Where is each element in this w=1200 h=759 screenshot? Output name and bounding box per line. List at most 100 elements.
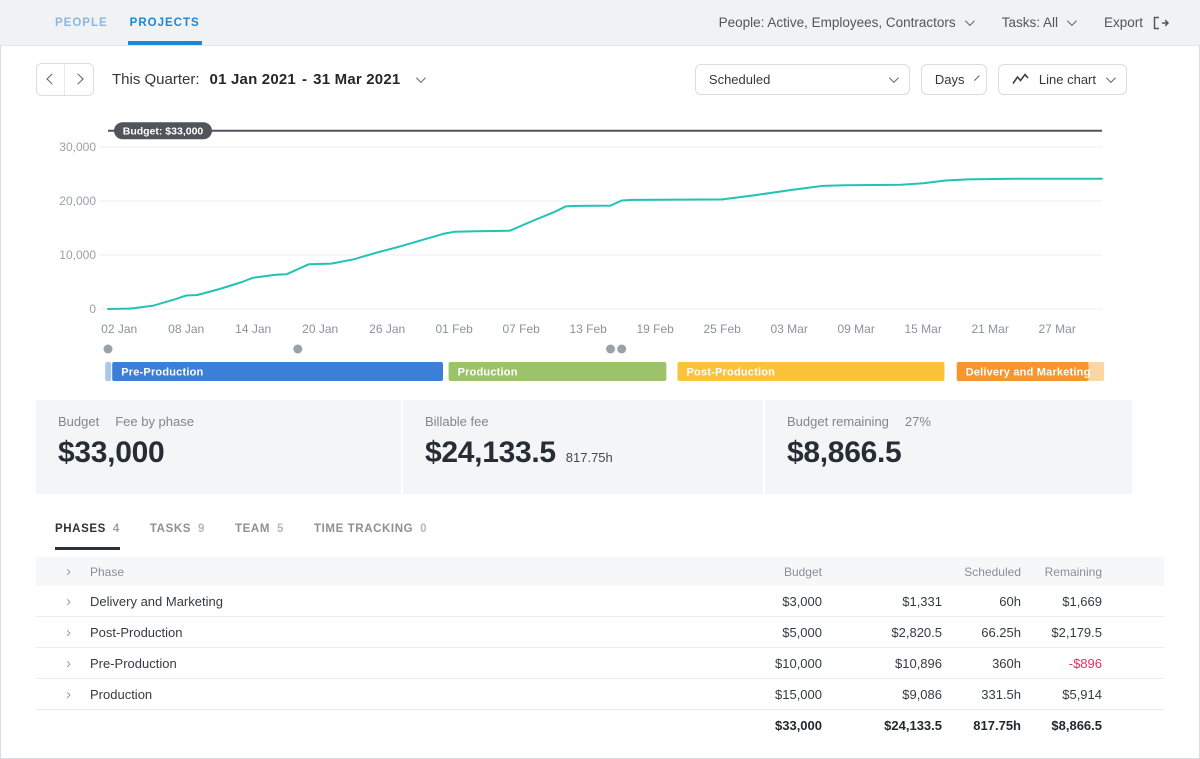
chart-type-value: Line chart — [1039, 72, 1096, 87]
total-remaining: $8,866.5 — [1021, 718, 1102, 733]
export-button[interactable]: Export — [1104, 15, 1170, 30]
hours-cell: 66.25h — [942, 625, 1021, 640]
chevron-right-icon[interactable]: › — [66, 687, 78, 702]
table-body: › Delivery and Marketing $3,000 $1,331 6… — [36, 586, 1164, 710]
scheduled-column-header: Scheduled — [942, 565, 1021, 579]
chevron-down-icon — [1106, 73, 1116, 83]
chevron-right-icon[interactable]: › — [66, 564, 78, 579]
budget-cell: $15,000 — [712, 687, 822, 702]
tab-tasks[interactable]: TASKS 9 — [150, 523, 205, 550]
table-row[interactable]: › Delivery and Marketing $3,000 $1,331 6… — [36, 586, 1164, 617]
phase-bar-label: Delivery and Marketing — [966, 367, 1091, 379]
next-period-button[interactable] — [65, 64, 93, 95]
chart-toolbar: This Quarter: 01 Jan 2021-31 Mar 2021 Sc… — [36, 62, 1164, 96]
chevron-down-icon[interactable] — [416, 73, 426, 83]
budget-remaining-label: Budget remaining — [787, 414, 889, 429]
table-row[interactable]: › Production $15,000 $9,086 331.5h $5,91… — [36, 679, 1164, 710]
tab-phases-label: PHASES — [55, 523, 106, 535]
tab-time-tracking-label: TIME TRACKING — [314, 523, 413, 535]
tab-people[interactable]: PEOPLE — [55, 0, 108, 45]
x-tick-label: 27 Mar — [1039, 322, 1076, 336]
y-tick-label: 20,000 — [59, 194, 96, 208]
date-range[interactable]: 01 Jan 2021-31 Mar 2021 — [210, 71, 401, 88]
budget-card-sublabel: Fee by phase — [115, 414, 194, 429]
chart-type-dropdown[interactable]: Line chart — [998, 64, 1127, 95]
phase-name-cell: Pre-Production — [90, 656, 712, 671]
detail-tabs: PHASES 4 TASKS 9 TEAM 5 TIME TRACKING 0 — [55, 523, 427, 550]
prev-period-button[interactable] — [37, 64, 65, 95]
phase-column-header: Phase — [90, 565, 712, 579]
period-nav-buttons — [36, 63, 94, 96]
table-row[interactable]: › Post-Production $5,000 $2,820.5 66.25h… — [36, 617, 1164, 648]
people-filter-dropdown[interactable]: People: Active, Employees, Contractors — [719, 15, 972, 30]
milestone-dot[interactable] — [104, 345, 113, 354]
tab-time-tracking-count: 0 — [420, 523, 427, 535]
budget-burnup-chart[interactable]: 010,00020,00030,00002 Jan08 Jan14 Jan20 … — [0, 115, 1200, 385]
days-dropdown-value: Days — [935, 72, 965, 87]
total-fee: $24,133.5 — [822, 718, 942, 733]
budget-label: Budget: $33,000 — [123, 125, 204, 137]
tab-tasks-count: 9 — [198, 523, 205, 535]
tab-team-count: 5 — [277, 523, 284, 535]
tab-phases[interactable]: PHASES 4 — [55, 523, 120, 550]
tab-projects[interactable]: PROJECTS — [130, 0, 200, 45]
top-nav-bar: PEOPLE PROJECTS People: Active, Employee… — [0, 0, 1200, 46]
scheduled-dropdown-value: Scheduled — [709, 72, 770, 87]
chevron-right-icon[interactable]: › — [66, 625, 78, 640]
milestone-dot[interactable] — [293, 345, 302, 354]
x-tick-label: 15 Mar — [905, 322, 942, 336]
budget-cell: $3,000 — [712, 594, 822, 609]
milestone-dot[interactable] — [617, 345, 626, 354]
days-dropdown[interactable]: Days — [921, 64, 987, 95]
x-tick-label: 07 Feb — [502, 322, 540, 336]
remaining-cell: $5,914 — [1021, 687, 1102, 702]
milestone-dot[interactable] — [606, 345, 615, 354]
chevron-down-icon — [1067, 16, 1077, 26]
table-row[interactable]: › Pre-Production $10,000 $10,896 360h -$… — [36, 648, 1164, 679]
table-header-row: › Phase Budget Scheduled Remaining — [36, 557, 1164, 586]
phase-name-cell: Production — [90, 687, 712, 702]
range-label: This Quarter: — [112, 71, 200, 88]
summary-cards: Budget Fee by phase $33,000 Billable fee… — [36, 400, 1132, 494]
phase-bar-cap — [105, 362, 111, 381]
range-end: 31 Mar 2021 — [313, 71, 400, 88]
x-tick-label: 19 Feb — [637, 322, 675, 336]
hours-cell: 360h — [942, 656, 1021, 671]
fee-cell: $1,331 — [822, 594, 942, 609]
x-tick-label: 13 Feb — [570, 322, 608, 336]
export-icon — [1152, 16, 1170, 30]
export-label: Export — [1104, 15, 1143, 30]
budget-cell: $5,000 — [712, 625, 822, 640]
remaining-cell: -$896 — [1021, 656, 1102, 671]
x-tick-label: 03 Mar — [771, 322, 808, 336]
main-nav-tabs: PEOPLE PROJECTS — [0, 0, 200, 45]
tab-team[interactable]: TEAM 5 — [235, 523, 284, 550]
total-budget: $33,000 — [712, 718, 822, 733]
nav-filters: People: Active, Employees, Contractors T… — [719, 15, 1200, 30]
remaining-cell: $2,179.5 — [1021, 625, 1102, 640]
x-tick-label: 02 Jan — [101, 322, 137, 336]
scheduled-series-line[interactable] — [108, 179, 1102, 309]
chevron-right-icon[interactable]: › — [66, 594, 78, 609]
budget-card-value: $33,000 — [58, 436, 164, 470]
scheduled-dropdown[interactable]: Scheduled — [695, 64, 910, 95]
tasks-filter-dropdown[interactable]: Tasks: All — [1002, 15, 1074, 30]
budget-card-label: Budget — [58, 414, 99, 429]
chevron-right-icon[interactable]: › — [66, 656, 78, 671]
phase-bar-label: Pre-Production — [121, 367, 203, 379]
billable-fee-card: Billable fee $24,133.5 817.75h — [403, 400, 763, 494]
x-tick-label: 20 Jan — [302, 322, 338, 336]
tab-time-tracking[interactable]: TIME TRACKING 0 — [314, 523, 427, 550]
x-tick-label: 01 Feb — [435, 322, 473, 336]
budget-cell: $10,000 — [712, 656, 822, 671]
fee-cell: $2,820.5 — [822, 625, 942, 640]
remaining-cell: $1,669 — [1021, 594, 1102, 609]
chevron-down-icon — [974, 75, 980, 81]
tab-team-label: TEAM — [235, 523, 270, 535]
fee-cell: $10,896 — [822, 656, 942, 671]
hours-cell: 60h — [942, 594, 1021, 609]
phase-bar-label: Production — [458, 367, 518, 379]
hours-cell: 331.5h — [942, 687, 1021, 702]
chevron-down-icon — [965, 16, 975, 26]
phases-table: › Phase Budget Scheduled Remaining › Del… — [36, 557, 1164, 741]
